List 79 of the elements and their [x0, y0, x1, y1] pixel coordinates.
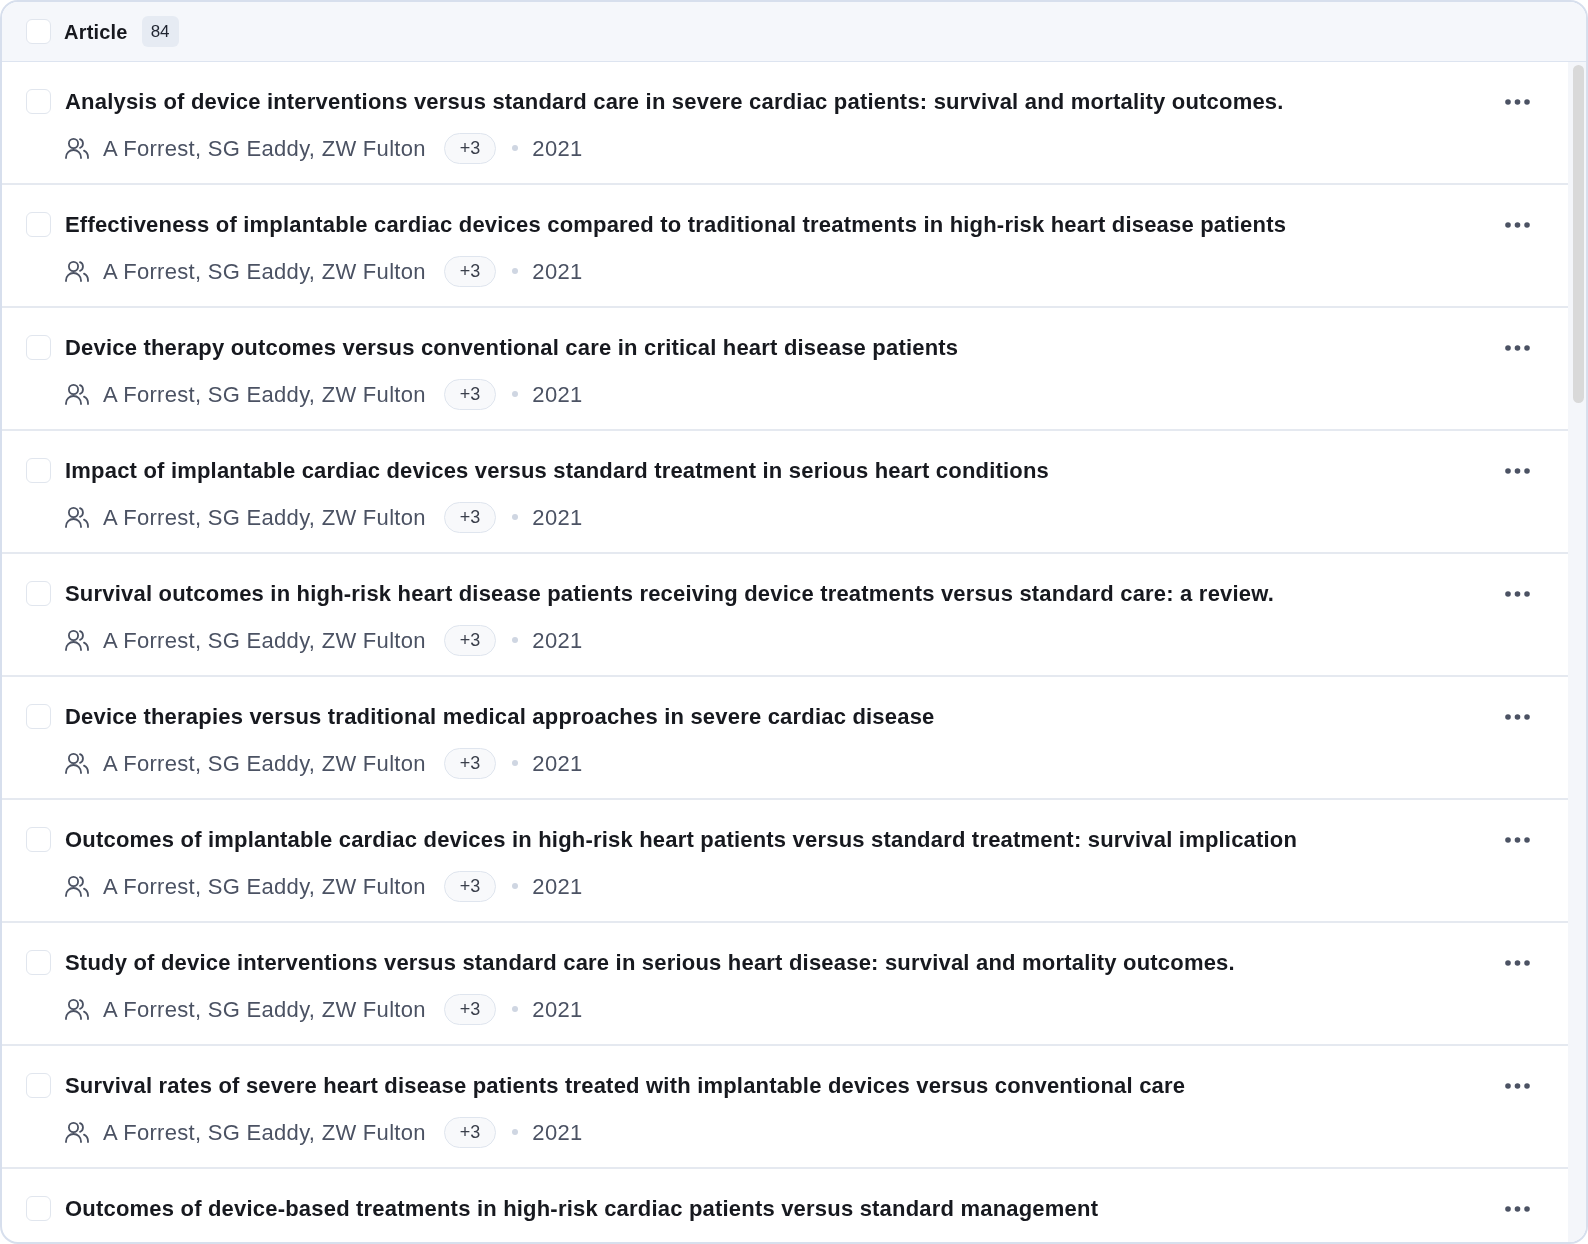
more-authors-count[interactable]: +3 — [443, 1116, 497, 1148]
more-authors-count[interactable]: +3 — [443, 255, 497, 287]
author-names: A Forrest, SG Eaddy, ZW Fulton — [103, 626, 426, 655]
article-title[interactable]: Survival rates of severe heart disease patients treated with implantable devices versus conventional care — [65, 1073, 1186, 1100]
dot-icon — [512, 760, 519, 767]
publication-year: 2021 — [532, 872, 583, 901]
people-icon — [65, 1121, 89, 1144]
select-checkbox[interactable] — [26, 1196, 51, 1222]
ellipsis-icon — [1504, 960, 1530, 967]
ellipsis-icon — [1504, 837, 1530, 844]
author-names: A Forrest, SG Eaddy, ZW Fulton — [103, 380, 426, 409]
select-checkbox[interactable] — [26, 335, 51, 361]
dot-icon — [512, 883, 519, 890]
people-icon — [65, 629, 89, 652]
select-checkbox[interactable] — [26, 581, 51, 607]
people-icon — [65, 752, 89, 775]
author-names: A Forrest, SG Eaddy, ZW Fulton — [103, 257, 426, 286]
article-title[interactable]: Device therapies versus traditional medical approaches in severe cardiac disease — [65, 704, 935, 731]
dot-icon — [512, 268, 519, 275]
ellipsis-icon — [1504, 1083, 1530, 1090]
dot-icon — [512, 1006, 519, 1013]
article-title[interactable]: Device therapy outcomes versus conventional care in critical heart disease patients — [65, 335, 959, 362]
select-checkbox[interactable] — [26, 827, 51, 853]
article-title[interactable]: Outcomes of device-based treatments in high-risk cardiac patients versus standard management — [65, 1196, 1099, 1223]
dot-icon — [512, 514, 519, 521]
more-authors-count[interactable]: +3 — [443, 132, 497, 164]
publication-year: 2021 — [532, 257, 583, 286]
dot-icon — [512, 1129, 519, 1136]
people-icon — [65, 875, 89, 898]
publication-year: 2021 — [532, 749, 583, 778]
article-count: 84 — [141, 16, 179, 48]
publication-year: 2021 — [532, 626, 583, 655]
article-title[interactable]: Outcomes of implantable cardiac devices in high-risk heart patients versus standard treatment: survival implication — [65, 827, 1298, 854]
publication-year: 2021 — [532, 1118, 583, 1147]
publication-year: 2021 — [532, 995, 583, 1024]
select-checkbox[interactable] — [26, 89, 51, 115]
people-icon — [65, 137, 89, 160]
more-authors-count[interactable]: +3 — [443, 993, 497, 1025]
people-icon — [65, 383, 89, 406]
article-title[interactable]: Impact of implantable cardiac devices versus standard treatment in serious heart conditions — [65, 458, 1050, 485]
article-title[interactable]: Analysis of device interventions versus standard care in severe cardiac patients: survival and mortality outcomes. — [65, 89, 1284, 116]
people-icon — [65, 998, 89, 1021]
select-checkbox[interactable] — [26, 212, 51, 238]
more-authors-count[interactable]: +3 — [443, 870, 497, 902]
author-names: A Forrest, SG Eaddy, ZW Fulton — [103, 503, 426, 532]
dot-icon — [512, 391, 519, 398]
select-checkbox[interactable] — [26, 458, 51, 484]
dot-icon — [512, 637, 519, 644]
author-names: A Forrest, SG Eaddy, ZW Fulton — [103, 872, 426, 901]
column-title: Article — [64, 19, 128, 45]
ellipsis-icon — [1504, 345, 1530, 352]
select-checkbox[interactable] — [26, 704, 51, 730]
article-title[interactable]: Effectiveness of implantable cardiac devices compared to traditional treatments in high-risk heart disease patients — [65, 212, 1287, 239]
author-names: A Forrest, SG Eaddy, ZW Fulton — [103, 134, 426, 163]
ellipsis-icon — [1504, 1206, 1530, 1213]
people-icon — [65, 260, 89, 283]
more-authors-count[interactable]: +3 — [443, 378, 497, 410]
more-authors-count[interactable]: +3 — [443, 501, 497, 533]
author-names: A Forrest, SG Eaddy, ZW Fulton — [103, 1118, 426, 1147]
ellipsis-icon — [1504, 468, 1530, 475]
select-checkbox[interactable] — [26, 19, 51, 45]
select-checkbox[interactable] — [26, 1073, 51, 1099]
article-title[interactable]: Survival outcomes in high-risk heart disease patients receiving device treatments versus standard care: a review. — [65, 581, 1275, 608]
article-title[interactable]: Study of device interventions versus standard care in serious heart disease: survival and mortality outcomes. — [65, 950, 1235, 977]
author-names: A Forrest, SG Eaddy, ZW Fulton — [103, 995, 426, 1024]
publication-year: 2021 — [532, 380, 583, 409]
ellipsis-icon — [1504, 591, 1530, 598]
ellipsis-icon — [1504, 714, 1530, 721]
author-names: A Forrest, SG Eaddy, ZW Fulton — [103, 749, 426, 778]
dot-icon — [512, 145, 519, 152]
ellipsis-icon — [1504, 222, 1530, 229]
more-authors-count[interactable]: +3 — [443, 624, 497, 656]
scrollbar-thumb[interactable] — [1573, 65, 1584, 404]
publication-year: 2021 — [532, 503, 583, 532]
select-checkbox[interactable] — [26, 950, 51, 976]
ellipsis-icon — [1504, 99, 1530, 106]
people-icon — [65, 506, 89, 529]
more-authors-count[interactable]: +3 — [443, 747, 497, 779]
publication-year: 2021 — [532, 134, 583, 163]
